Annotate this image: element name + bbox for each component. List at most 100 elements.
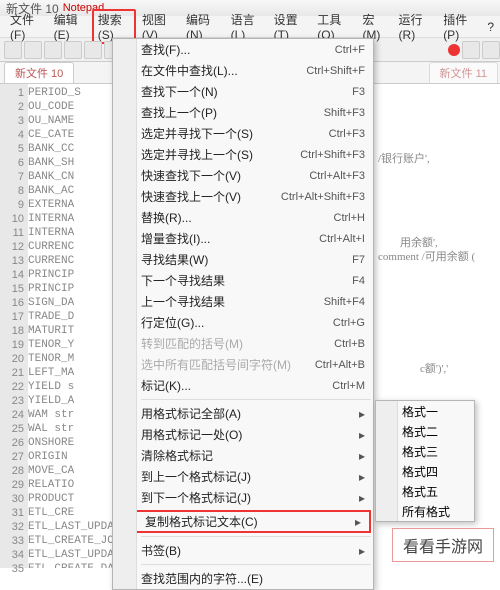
tbtn-open[interactable] bbox=[24, 41, 42, 59]
menu-item[interactable]: 到上一个格式标记(J) ▸ bbox=[113, 466, 373, 487]
menu-item-shortcut: F4 bbox=[352, 275, 365, 287]
menu-item-label: 选中所有匹配括号间字符(M) bbox=[141, 356, 315, 373]
menu-item-label: 转到匹配的括号(M) bbox=[141, 335, 334, 352]
menu-separator bbox=[141, 564, 371, 565]
menu-item[interactable]: 选定并寻找上一个(S)Ctrl+Shift+F3 bbox=[113, 144, 373, 165]
menu-item[interactable]: 查找上一个(P)Shift+F3 bbox=[113, 102, 373, 123]
menu-item[interactable]: 快速查找下一个(V)Ctrl+Alt+F3 bbox=[113, 165, 373, 186]
tab-other[interactable]: 新文件 11 bbox=[429, 62, 498, 83]
menu-item-shortcut: Ctrl+M bbox=[332, 380, 365, 392]
menu-icon-gutter bbox=[113, 39, 137, 589]
style-submenu: 格式一格式二格式三格式四格式五所有格式 bbox=[375, 400, 475, 522]
menu-item-label: 到下一个格式标记(J) bbox=[141, 489, 353, 506]
menu-file[interactable]: 文件(F) bbox=[4, 9, 48, 44]
menu-item[interactable]: 用格式标记全部(A) ▸ bbox=[113, 403, 373, 424]
menu-item[interactable]: 行定位(G)...Ctrl+G bbox=[113, 312, 373, 333]
menu-item-shortcut: Ctrl+Shift+F bbox=[306, 65, 365, 77]
menu-item-label: 清除格式标记 bbox=[141, 447, 353, 464]
menu-run[interactable]: 运行(R) bbox=[393, 9, 438, 44]
menu-item-label: 查找下一个(N) bbox=[141, 83, 352, 100]
menu-item-shortcut: Ctrl+Shift+F3 bbox=[300, 149, 365, 161]
search-menu: 查找(F)...Ctrl+F在文件中查找(L)...Ctrl+Shift+F查找… bbox=[112, 38, 374, 590]
menu-item-shortcut: F3 bbox=[352, 86, 365, 98]
bg-text: /银行账户', bbox=[378, 150, 430, 166]
menu-item-label: 用格式标记一处(O) bbox=[141, 426, 353, 443]
menu-item-label: 查找(F)... bbox=[141, 41, 335, 58]
menu-item-label: 书签(B) bbox=[141, 542, 353, 559]
submenu-item-label: 所有格式 bbox=[402, 503, 450, 520]
submenu-item-label: 格式四 bbox=[402, 463, 438, 480]
tbtn-save[interactable] bbox=[44, 41, 62, 59]
menu-edit[interactable]: 编辑(E) bbox=[48, 9, 92, 44]
bg-text: comment /可用余额 ( bbox=[378, 248, 475, 264]
menu-separator bbox=[141, 399, 371, 400]
bg-text: c额')',' bbox=[420, 360, 448, 376]
menu-item[interactable]: 清除格式标记 ▸ bbox=[113, 445, 373, 466]
menu-item[interactable]: 复制格式标记文本(C) ▸ bbox=[115, 510, 371, 533]
menu-separator bbox=[141, 536, 371, 537]
menu-item-label: 选定并寻找上一个(S) bbox=[141, 146, 300, 163]
tbtn-play[interactable] bbox=[462, 41, 480, 59]
menu-item[interactable]: 选定并寻找下一个(S)Ctrl+F3 bbox=[113, 123, 373, 144]
menu-bar: 文件(F) 编辑(E) 搜索(S) 视图(V) 编码(N) 语言(L) 设置(T… bbox=[0, 16, 500, 38]
menu-item-shortcut: Ctrl+F3 bbox=[329, 128, 365, 140]
menu-item-shortcut: F7 bbox=[352, 254, 365, 266]
tbtn-close[interactable] bbox=[84, 41, 102, 59]
menu-item-shortcut: Ctrl+Alt+I bbox=[319, 233, 365, 245]
submenu-item-label: 格式五 bbox=[402, 483, 438, 500]
menu-item[interactable]: 上一个寻找结果Shift+F4 bbox=[113, 291, 373, 312]
menu-item: 选中所有匹配括号间字符(M)Ctrl+Alt+B bbox=[113, 354, 373, 375]
menu-item-label: 快速查找下一个(V) bbox=[141, 167, 309, 184]
menu-item-label: 在文件中查找(L)... bbox=[141, 62, 306, 79]
menu-item-shortcut: Ctrl+B bbox=[334, 338, 365, 350]
submenu-arrow-icon: ▸ bbox=[359, 449, 365, 463]
menu-item-label: 查找范围内的字符...(E) bbox=[141, 570, 365, 587]
menu-item[interactable]: 书签(B)▸ bbox=[113, 540, 373, 561]
menu-item-shortcut: Shift+F4 bbox=[324, 296, 365, 308]
menu-item[interactable]: 在文件中查找(L)...Ctrl+Shift+F bbox=[113, 60, 373, 81]
menu-item-shortcut: Ctrl+F bbox=[335, 44, 365, 56]
menu-item-shortcut: Shift+F3 bbox=[324, 107, 365, 119]
submenu-arrow-icon: ▸ bbox=[359, 470, 365, 484]
submenu-item-label: 格式三 bbox=[402, 443, 438, 460]
menu-item-label: 行定位(G)... bbox=[141, 314, 333, 331]
line-gutter: 1234567891011121314151617181920212223242… bbox=[0, 84, 28, 568]
record-icon[interactable] bbox=[448, 44, 460, 56]
tbtn-saveall[interactable] bbox=[64, 41, 82, 59]
menu-item[interactable]: 到下一个格式标记(J)▸ bbox=[113, 487, 373, 508]
menu-item[interactable]: 查找下一个(N)F3 bbox=[113, 81, 373, 102]
menu-item[interactable]: 增量查找(I)...Ctrl+Alt+I bbox=[113, 228, 373, 249]
menu-item[interactable]: 快速查找上一个(V)Ctrl+Alt+Shift+F3 bbox=[113, 186, 373, 207]
menu-item-label: 上一个寻找结果 bbox=[141, 293, 324, 310]
menu-item-label: 查找上一个(P) bbox=[141, 104, 324, 121]
tab-active[interactable]: 新文件 10 bbox=[4, 62, 74, 83]
menu-plugins[interactable]: 插件(P) bbox=[437, 9, 481, 44]
menu-item-label: 替换(R)... bbox=[141, 209, 334, 226]
menu-item-shortcut: Ctrl+G bbox=[333, 317, 365, 329]
menu-item-label: 到上一个格式标记(J) bbox=[141, 468, 353, 485]
submenu-arrow-icon: ▸ bbox=[359, 428, 365, 442]
watermark: 看看手游网 bbox=[392, 528, 494, 562]
menu-item-shortcut: Ctrl+H bbox=[334, 212, 365, 224]
menu-item-shortcut: Ctrl+Alt+B bbox=[315, 359, 365, 371]
menu-item: 转到匹配的括号(M)Ctrl+B bbox=[113, 333, 373, 354]
menu-item[interactable]: 替换(R)...Ctrl+H bbox=[113, 207, 373, 228]
menu-item[interactable]: 查找范围内的字符...(E) bbox=[113, 568, 373, 589]
tbtn-stop[interactable] bbox=[482, 41, 500, 59]
menu-item-label: 复制格式标记文本(C) bbox=[145, 513, 349, 530]
submenu-arrow-icon: ▸ bbox=[359, 407, 365, 421]
menu-item-label: 寻找结果(W) bbox=[141, 251, 352, 268]
menu-item[interactable]: 寻找结果(W)F7 bbox=[113, 249, 373, 270]
submenu-icon-gutter bbox=[376, 401, 398, 521]
tbtn-new[interactable] bbox=[4, 41, 22, 59]
menu-item[interactable]: 查找(F)...Ctrl+F bbox=[113, 39, 373, 60]
menu-item[interactable]: 用格式标记一处(O) ▸ bbox=[113, 424, 373, 445]
menu-item-label: 用格式标记全部(A) bbox=[141, 405, 353, 422]
menu-item[interactable]: 下一个寻找结果F4 bbox=[113, 270, 373, 291]
menu-item[interactable]: 标记(K)...Ctrl+M bbox=[113, 375, 373, 396]
submenu-item-label: 格式二 bbox=[402, 423, 438, 440]
menu-item-label: 增量查找(I)... bbox=[141, 230, 319, 247]
menu-help[interactable]: ? bbox=[481, 18, 500, 36]
submenu-arrow-icon: ▸ bbox=[355, 515, 361, 529]
submenu-item-label: 格式一 bbox=[402, 403, 438, 420]
